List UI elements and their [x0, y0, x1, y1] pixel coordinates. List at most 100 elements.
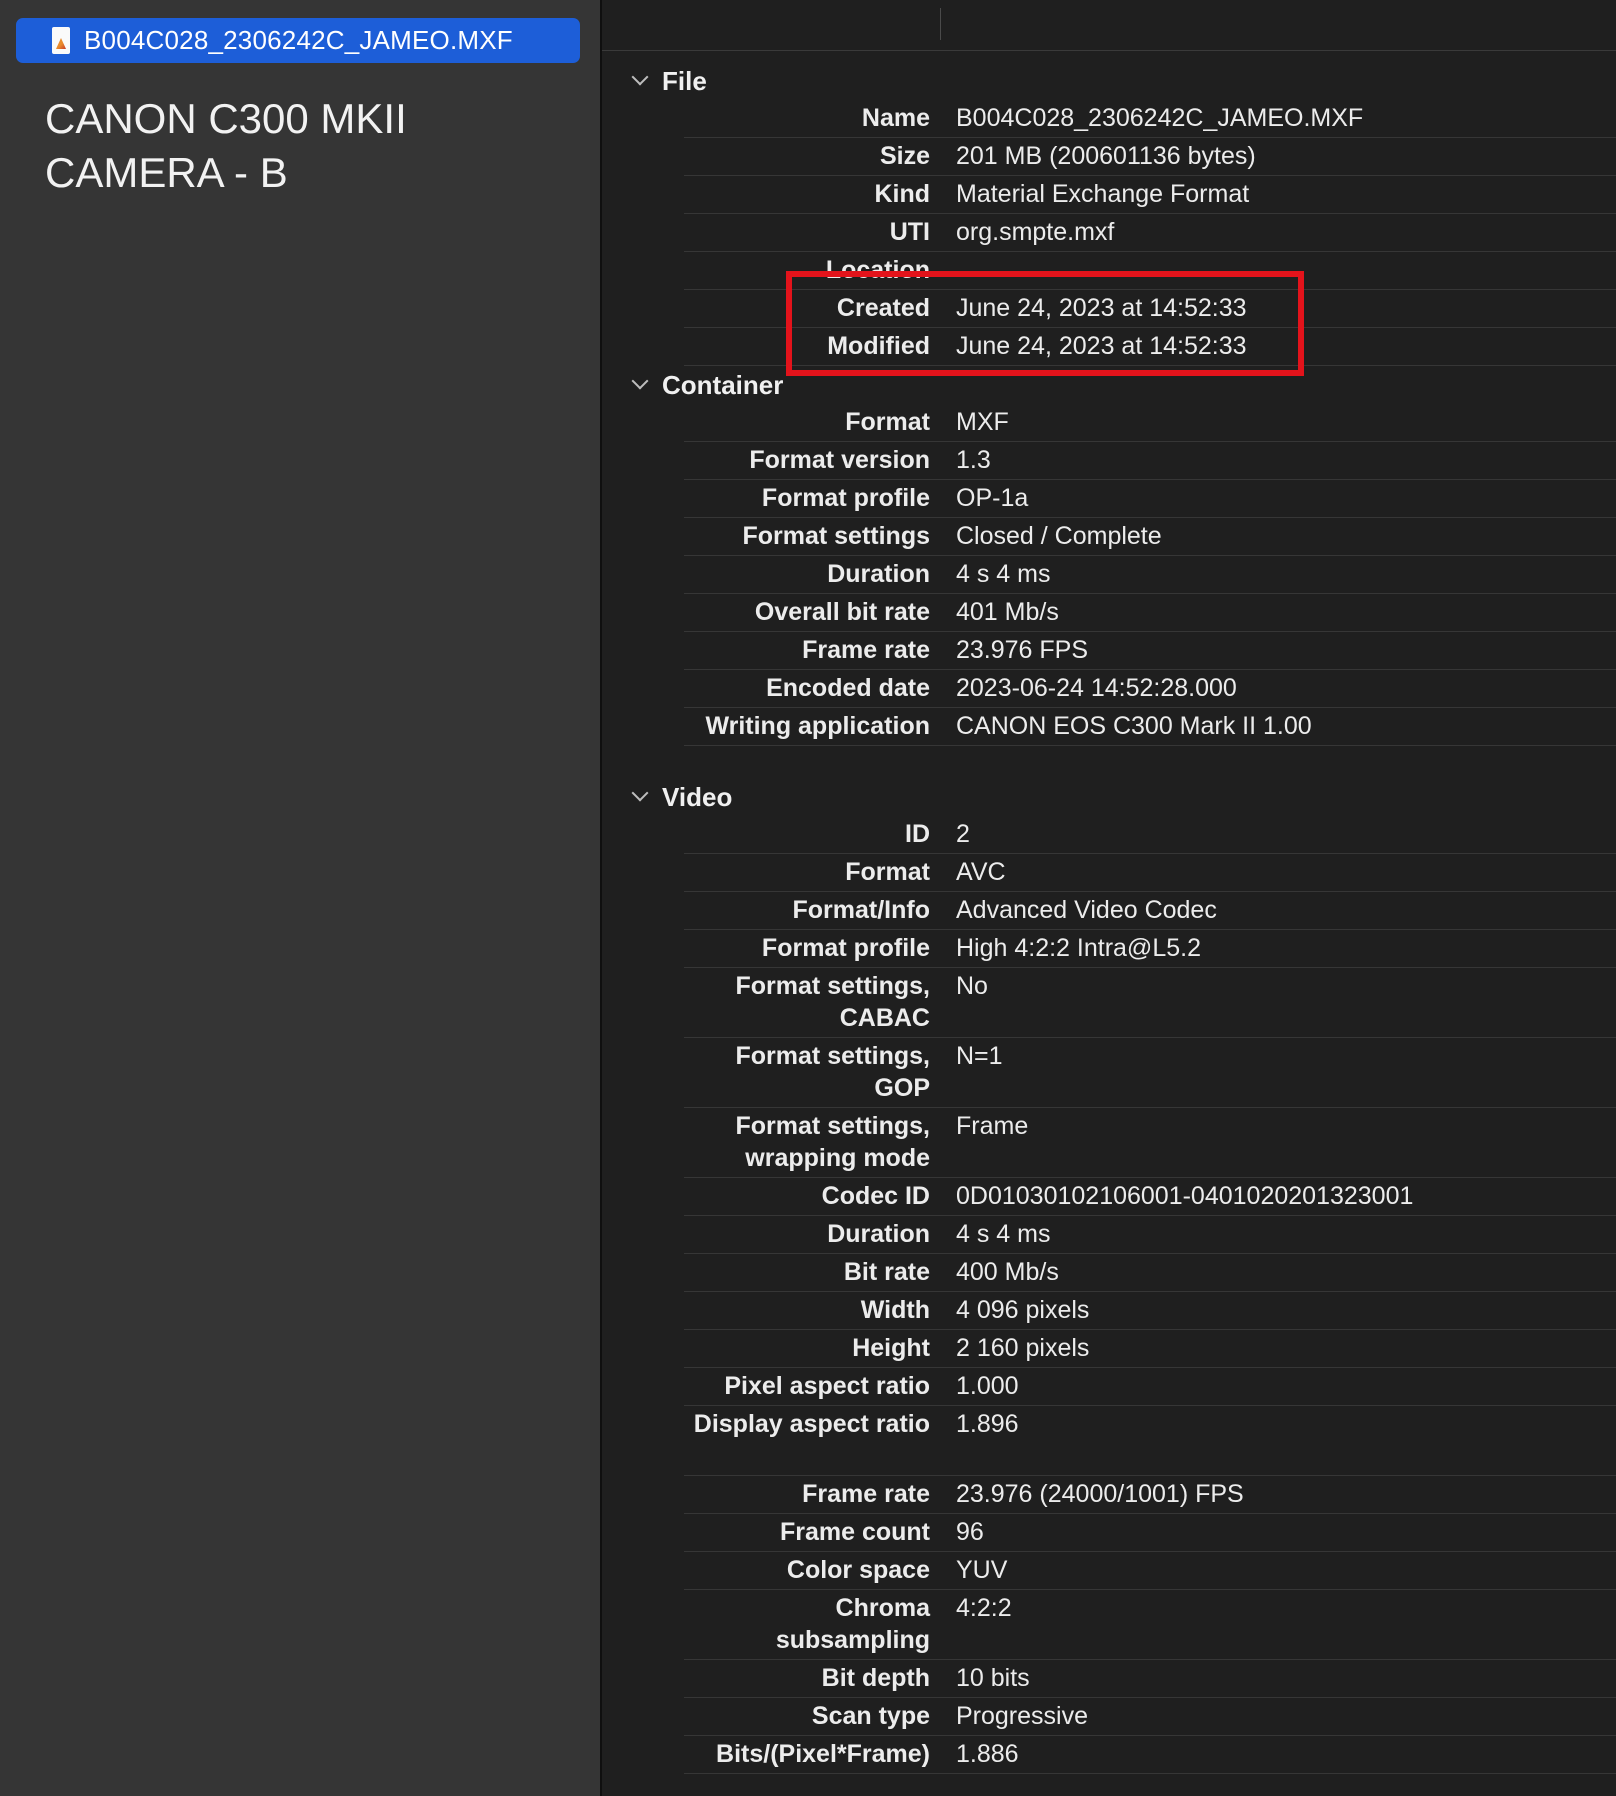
metadata-key: Format version: [749, 446, 930, 474]
metadata-value: Progressive: [956, 1702, 1088, 1730]
metadata-key: Color space: [786, 1556, 930, 1584]
metadata-row: Scan type Progressive: [684, 1698, 1616, 1736]
metadata-value: org.smpte.mxf: [956, 218, 1115, 246]
metadata-row: Kind Material Exchange Format: [684, 176, 1616, 214]
metadata-key: Width: [860, 1296, 930, 1324]
metadata-row: Frame count 96: [684, 1514, 1616, 1552]
metadata-value: 2: [956, 820, 970, 848]
metadata-row: Width 4 096 pixels: [684, 1292, 1616, 1330]
metadata-value: 2 160 pixels: [956, 1334, 1090, 1362]
chevron-down-icon[interactable]: [626, 367, 662, 403]
metadata-value: 1.000: [956, 1372, 1019, 1400]
metadata-value: 4 096 pixels: [956, 1296, 1090, 1324]
chevron-down-icon[interactable]: [626, 779, 662, 815]
metadata-value: 2023-06-24 14:52:28.000: [956, 674, 1237, 702]
metadata-row: Format/Info Advanced Video Codec: [684, 892, 1616, 930]
metadata-row: Chroma subsampling 4:2:2: [684, 1590, 1616, 1660]
metadata-key: Format: [845, 858, 930, 886]
metadata-row: ID 2: [684, 816, 1616, 854]
metadata-row: Format settings, wrapping mode Frame: [684, 1108, 1616, 1178]
metadata-row: Bits/(Pixel*Frame) 1.886: [684, 1736, 1616, 1774]
metadata-value: OP-1a: [956, 484, 1029, 512]
metadata-key: Height: [852, 1334, 930, 1362]
metadata-row: Size 201 MB (200601136 bytes): [684, 138, 1616, 176]
metadata-row: Format settings Closed / Complete: [684, 518, 1616, 556]
metadata-row: Encoded date 2023-06-24 14:52:28.000: [684, 670, 1616, 708]
metadata-key: Chroma subsampling: [775, 1594, 930, 1654]
metadata-key: Frame rate: [802, 1480, 930, 1508]
metadata-value: CANON EOS C300 Mark II 1.00: [956, 712, 1312, 740]
selected-file-item[interactable]: B004C028_2306242C_JAMEO.MXF: [16, 18, 580, 63]
metadata-key: Scan type: [811, 1702, 930, 1730]
metadata-key: Format settings, GOP: [735, 1042, 930, 1102]
metadata-value: B004C028_2306242C_JAMEO.MXF: [956, 104, 1364, 132]
metadata-key: Format/Info: [792, 896, 931, 924]
metadata-value: No: [956, 972, 988, 1000]
metadata-key: Overall bit rate: [754, 598, 930, 626]
metadata-key: Size: [879, 142, 930, 170]
metadata-row: Display aspect ratio 1.896: [684, 1406, 1616, 1476]
metadata-key: Bits/(Pixel*Frame): [716, 1740, 930, 1768]
sidebar: B004C028_2306242C_JAMEO.MXF CANON C300 M…: [0, 0, 600, 1796]
metadata-value: MXF: [956, 408, 1009, 436]
metadata-key: Format profile: [761, 484, 930, 512]
metadata-value: 1.896: [956, 1410, 1019, 1438]
info-toolbar: [602, 0, 1616, 51]
metadata-row: Writing application CANON EOS C300 Mark I…: [684, 708, 1616, 746]
metadata-row: Frame rate 23.976 (24000/1001) FPS: [684, 1476, 1616, 1514]
metadata-row: Format AVC: [684, 854, 1616, 892]
section-header-video[interactable]: Video: [602, 779, 1616, 815]
section-title: File: [662, 65, 707, 96]
metadata-value: 0D01030102106001-0401020201323001: [956, 1182, 1414, 1210]
metadata-key: UTI: [889, 218, 930, 246]
metadata-row: Format profile High 4:2:2 Intra@L5.2: [684, 930, 1616, 968]
section-title: Container: [662, 369, 784, 400]
metadata-row: Color space YUV: [684, 1552, 1616, 1590]
metadata-value: 10 bits: [956, 1664, 1030, 1692]
camera-note: CANON C300 MKII CAMERA - B: [45, 92, 407, 200]
metadata-key: Writing application: [705, 712, 930, 740]
metadata-key: Format settings: [742, 522, 930, 550]
metadata-value: 4:2:2: [956, 1594, 1012, 1622]
metadata-row: Format version 1.3: [684, 442, 1616, 480]
camera-note-line-2: CAMERA - B: [45, 149, 288, 196]
metadata-value: Advanced Video Codec: [956, 896, 1217, 924]
camera-note-line-1: CANON C300 MKII: [45, 95, 407, 142]
metadata-value: AVC: [956, 858, 1006, 886]
metadata-value: 4 s 4 ms: [956, 560, 1051, 588]
metadata-value: 4 s 4 ms: [956, 1220, 1051, 1248]
metadata-key: Name: [861, 104, 930, 132]
metadata-row: Format settings, CABAC No: [684, 968, 1616, 1038]
metadata-row: Pixel aspect ratio 1.000: [684, 1368, 1616, 1406]
metadata-row: Name B004C028_2306242C_JAMEO.MXF: [684, 100, 1616, 138]
metadata-key: Encoded date: [766, 674, 930, 702]
metadata-value: 1.886: [956, 1740, 1019, 1768]
metadata-row: Format settings, GOP N=1: [684, 1038, 1616, 1108]
metadata-row: Bit depth 10 bits: [684, 1660, 1616, 1698]
metadata-value: 400 Mb/s: [956, 1258, 1059, 1286]
metadata-row: Height 2 160 pixels: [684, 1330, 1616, 1368]
mxf-file-icon: [52, 27, 70, 54]
metadata-key: Kind: [874, 180, 930, 208]
metadata-key: Frame rate: [802, 636, 930, 664]
metadata-value: Material Exchange Format: [956, 180, 1250, 208]
metadata-value: YUV: [956, 1556, 1008, 1584]
section-header-file[interactable]: File: [602, 63, 1616, 99]
metadata-value: High 4:2:2 Intra@L5.2: [956, 934, 1201, 962]
metadata-key: Codec ID: [821, 1182, 930, 1210]
chevron-down-icon[interactable]: [626, 63, 662, 99]
metadata-row: Duration 4 s 4 ms: [684, 1216, 1616, 1254]
metadata-row: Codec ID 0D01030102106001-040102020132300…: [684, 1178, 1616, 1216]
metadata-row: Bit rate 400 Mb/s: [684, 1254, 1616, 1292]
metadata-key: Format profile: [761, 934, 930, 962]
metadata-key: Frame count: [779, 1518, 930, 1546]
metadata-value: 401 Mb/s: [956, 598, 1059, 626]
metadata-row: Duration 4 s 4 ms: [684, 556, 1616, 594]
metadata-value: 201 MB (200601136 bytes): [956, 142, 1256, 170]
metadata-key: Duration: [827, 1220, 930, 1248]
metadata-value: Frame: [956, 1112, 1029, 1140]
metadata-key: Display aspect ratio: [693, 1410, 930, 1438]
metadata-row: Format MXF: [684, 404, 1616, 442]
metadata-value: Closed / Complete: [956, 522, 1162, 550]
metadata-key: Pixel aspect ratio: [724, 1372, 930, 1400]
